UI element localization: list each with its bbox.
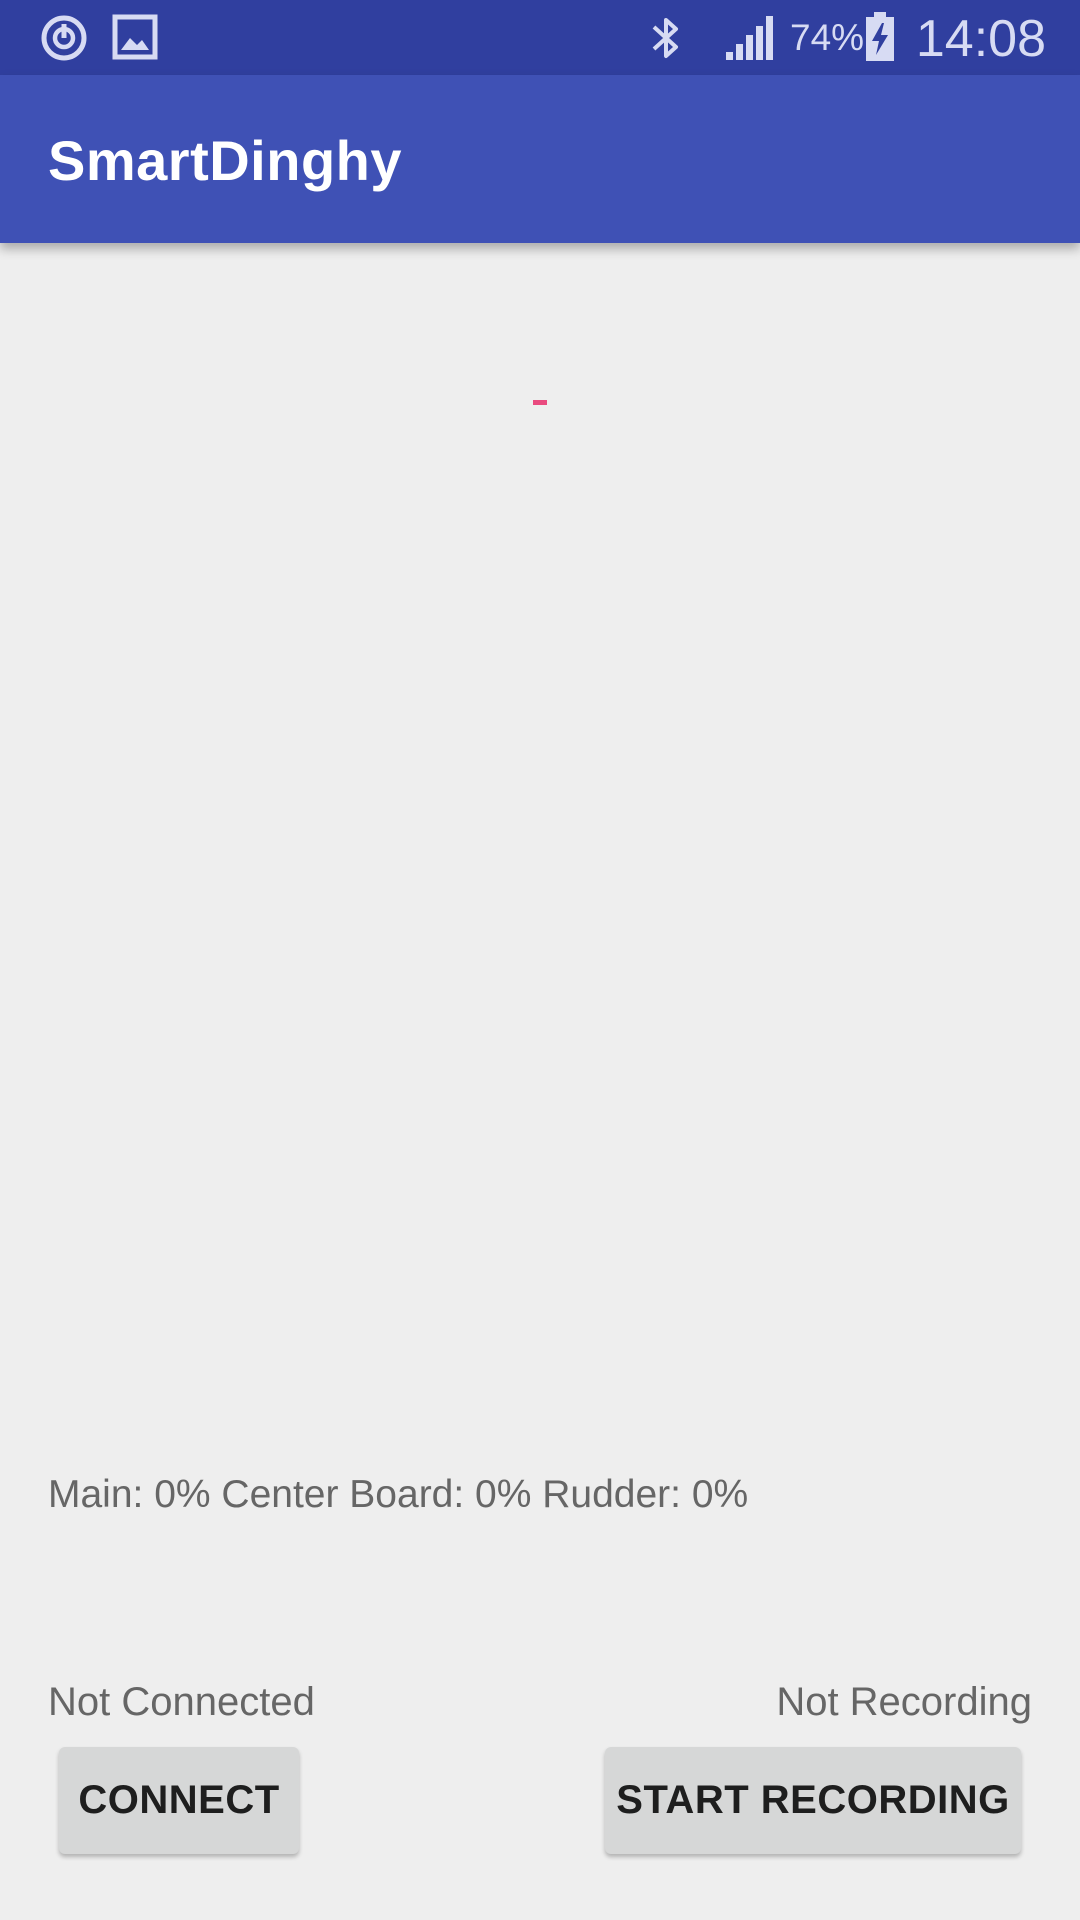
bluetooth-icon xyxy=(646,12,686,69)
status-bar: 74% 14:08 xyxy=(0,0,1080,75)
connect-button[interactable]: CONNECT xyxy=(59,1747,299,1854)
recording-status: Not Recording xyxy=(776,1680,1032,1724)
sail-indicator-mark xyxy=(533,400,547,405)
main-content: Main: 0% Center Board: 0% Rudder: 0% Not… xyxy=(0,243,1080,1920)
sail-visualization-canvas xyxy=(533,400,547,405)
app-bar: SmartDinghy xyxy=(0,75,1080,243)
image-icon xyxy=(112,12,158,67)
sensor-readout: Main: 0% Center Board: 0% Rudder: 0% xyxy=(48,1473,749,1516)
battery-charging-icon xyxy=(864,11,896,68)
status-clock: 14:08 xyxy=(915,10,1046,68)
connection-status: Not Connected xyxy=(48,1680,315,1724)
start-recording-button[interactable]: START RECORDING xyxy=(605,1747,1021,1854)
app-title: SmartDinghy xyxy=(48,129,402,192)
sync-icon xyxy=(38,12,90,69)
battery-percent: 74% xyxy=(790,17,865,58)
signal-icon xyxy=(724,14,774,67)
